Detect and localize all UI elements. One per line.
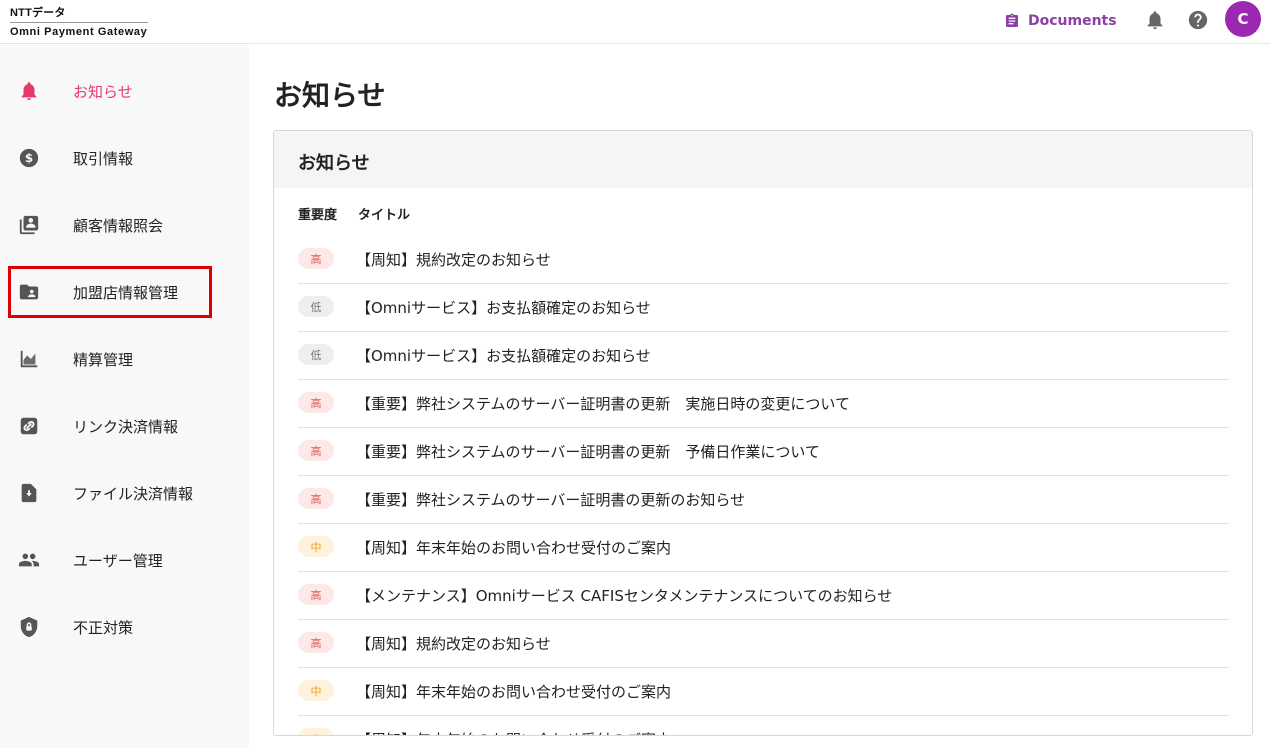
- notice-title[interactable]: 【Omniサービス】お支払額確定のお知らせ: [356, 345, 651, 366]
- notice-row[interactable]: 高 【重要】弊社システムのサーバー証明書の更新 実施日時の変更について: [298, 380, 1229, 428]
- sidebar-item-fraud-prevention[interactable]: 不正対策: [8, 601, 212, 653]
- notice-row[interactable]: 高 【メンテナンス】Omniサービス CAFISセンタメンテナンスについてのお知ら…: [298, 572, 1229, 620]
- sidebar-item-label: 不正対策: [73, 618, 134, 637]
- importance-badge: 高: [298, 584, 334, 605]
- card-title: お知らせ: [298, 153, 370, 174]
- notice-row[interactable]: 低 【Omniサービス】お支払額確定のお知らせ: [298, 284, 1229, 332]
- help-icon[interactable]: [1186, 8, 1210, 32]
- sidebar-item-label: 加盟店情報管理: [73, 283, 179, 302]
- importance-badge: 高: [298, 248, 334, 269]
- sidebar-item-settlement[interactable]: 精算管理: [8, 333, 212, 385]
- link-icon: [18, 415, 40, 437]
- importance-badge: 低: [298, 344, 334, 365]
- page-title: お知らせ: [274, 79, 386, 112]
- bell-icon: [18, 80, 40, 102]
- importance-badge: 中: [298, 680, 334, 701]
- importance-badge: 高: [298, 440, 334, 461]
- file-upload-icon: [18, 482, 40, 504]
- sidebar-item-label: ファイル決済情報: [73, 484, 194, 503]
- sidebar-item-label: 精算管理: [73, 350, 134, 369]
- sidebar-item-label: 顧客情報照会: [73, 216, 164, 235]
- sidebar-item-label: リンク決済情報: [73, 417, 179, 436]
- notices-card: お知らせ 重要度 タイトル 高【周知】規約改定のお知らせ低【Omniサービス】お…: [273, 130, 1253, 736]
- sidebar-item-label: 取引情報: [73, 149, 134, 168]
- sidebar-item-label: お知らせ: [73, 82, 133, 101]
- importance-badge: 高: [298, 488, 334, 509]
- notice-row[interactable]: 高 【周知】規約改定のお知らせ: [298, 236, 1229, 284]
- notice-title[interactable]: 【周知】年末年始のお問い合わせ受付のご案内: [356, 729, 671, 735]
- documents-label: Documents: [1028, 13, 1117, 29]
- importance-badge: 高: [298, 632, 334, 653]
- sidebar-item-file-payment[interactable]: ファイル決済情報: [8, 467, 212, 519]
- sidebar-item-merchant-management[interactable]: 加盟店情報管理: [8, 266, 212, 318]
- svg-text:$: $: [25, 151, 33, 165]
- notice-title[interactable]: 【周知】年末年始のお問い合わせ受付のご案内: [356, 537, 671, 558]
- importance-badge: 低: [298, 296, 334, 317]
- notice-row[interactable]: 高 【周知】規約改定のお知らせ: [298, 620, 1229, 668]
- brand-company: NTTデータ: [10, 7, 66, 19]
- sidebar-item-user-management[interactable]: ユーザー管理: [8, 534, 212, 586]
- sidebar-item-link-payment[interactable]: リンク決済情報: [8, 400, 212, 452]
- sidebar-item-customer-inquiry[interactable]: 顧客情報照会: [8, 199, 212, 251]
- brand-logo[interactable]: NTTデータ Omni Payment Gateway: [10, 4, 148, 38]
- contacts-icon: [18, 214, 40, 236]
- notification-bell-icon[interactable]: [1143, 8, 1167, 32]
- notice-title[interactable]: 【重要】弊社システムのサーバー証明書の更新 実施日時の変更について: [356, 393, 850, 414]
- notice-title[interactable]: 【メンテナンス】Omniサービス CAFISセンタメンテナンスについてのお知らせ: [356, 585, 892, 606]
- notice-title[interactable]: 【周知】年末年始のお問い合わせ受付のご案内: [356, 681, 671, 702]
- documents-link[interactable]: Documents: [1004, 10, 1117, 32]
- card-header: お知らせ: [274, 131, 1252, 188]
- notice-row[interactable]: 低 【Omniサービス】お支払額確定のお知らせ: [298, 332, 1229, 380]
- folder-person-icon: [18, 281, 40, 303]
- clipboard-icon: [1006, 13, 1018, 27]
- notice-title[interactable]: 【周知】規約改定のお知らせ: [356, 633, 551, 654]
- notice-row[interactable]: 中 【周知】年末年始のお問い合わせ受付のご案内: [298, 524, 1229, 572]
- sidebar-item-notices[interactable]: お知らせ: [8, 65, 212, 117]
- notice-list: 高【周知】規約改定のお知らせ低【Omniサービス】お支払額確定のお知らせ低【Om…: [298, 236, 1229, 735]
- column-header-importance: 重要度: [298, 208, 338, 223]
- sidebar: お知らせ $ 取引情報 顧客情報照会 加盟店情報管理 精算管理 リンク決済情報: [0, 45, 249, 748]
- brand-divider: [10, 22, 148, 23]
- notice-row[interactable]: 高 【重要】弊社システムのサーバー証明書の更新のお知らせ: [298, 476, 1229, 524]
- notice-row[interactable]: 中 【周知】年末年始のお問い合わせ受付のご案内: [298, 716, 1229, 735]
- top-header: NTTデータ Omni Payment Gateway Documents C: [0, 0, 1270, 44]
- importance-badge: 高: [298, 392, 334, 413]
- notice-title[interactable]: 【重要】弊社システムのサーバー証明書の更新のお知らせ: [356, 489, 745, 510]
- brand-product: Omni Payment Gateway: [10, 26, 148, 38]
- notice-row[interactable]: 高 【重要】弊社システムのサーバー証明書の更新 予備日作業について: [298, 428, 1229, 476]
- people-icon: [18, 549, 40, 571]
- column-header-title: タイトル: [358, 208, 411, 223]
- notice-title[interactable]: 【重要】弊社システムのサーバー証明書の更新 予備日作業について: [356, 441, 820, 462]
- area-chart-icon: [18, 348, 40, 370]
- notice-title[interactable]: 【Omniサービス】お支払額確定のお知らせ: [356, 297, 651, 318]
- notice-title[interactable]: 【周知】規約改定のお知らせ: [356, 249, 551, 270]
- sidebar-item-label: ユーザー管理: [73, 551, 163, 570]
- notice-row[interactable]: 中 【周知】年末年始のお問い合わせ受付のご案内: [298, 668, 1229, 716]
- shield-lock-icon: [18, 616, 40, 638]
- user-avatar[interactable]: C: [1225, 1, 1261, 37]
- importance-badge: 中: [298, 728, 334, 735]
- importance-badge: 中: [298, 536, 334, 557]
- dollar-icon: $: [18, 147, 40, 169]
- sidebar-item-transactions[interactable]: $ 取引情報: [8, 132, 212, 184]
